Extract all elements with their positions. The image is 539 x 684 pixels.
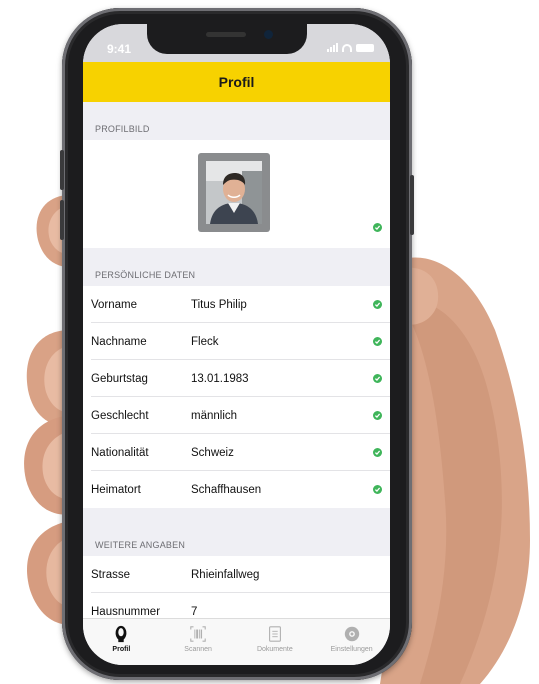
verified-check-icon <box>373 223 382 232</box>
row-label: Nachname <box>91 335 147 348</box>
row-label: Hausnummer <box>91 605 161 618</box>
list-item-nachname[interactable]: Nachname Fleck <box>83 323 390 360</box>
row-label: Geschlecht <box>91 409 149 422</box>
nav-bar: Profil <box>83 62 390 102</box>
row-label: Strasse <box>91 568 130 581</box>
gear-icon <box>344 626 359 642</box>
profile-photo[interactable] <box>198 153 270 232</box>
row-label: Nationalität <box>91 446 149 459</box>
profile-picture-cell <box>83 140 390 248</box>
list-item-geburtstag[interactable]: Geburtstag 13.01.1983 <box>83 360 390 397</box>
tab-label: Dokumente <box>256 646 293 653</box>
speaker-grille <box>206 32 246 37</box>
signal-icon <box>327 43 338 52</box>
row-value: Rhieinfallweg <box>191 568 260 581</box>
row-value: 7 <box>191 605 198 618</box>
page-title: Profil <box>218 74 255 90</box>
profile-content[interactable]: PROFILBILD PERSÖNLICHE DATEN Vorname Tit… <box>83 102 390 619</box>
tab-dokumente[interactable]: Dokumente <box>237 619 314 665</box>
row-label: Geburtstag <box>91 372 148 385</box>
barcode-icon <box>190 626 206 642</box>
verified-check-icon <box>373 411 382 420</box>
tab-label: Einstellungen <box>330 646 373 653</box>
row-value: Schweiz <box>191 446 234 459</box>
row-value: männlich <box>191 409 238 422</box>
section-header-further-info: WEITERE ANGABEN <box>95 540 186 550</box>
section-header-personal-data: PERSÖNLICHE DATEN <box>95 270 196 280</box>
tab-scannen[interactable]: Scannen <box>160 619 237 665</box>
verified-check-icon <box>373 337 382 346</box>
wifi-icon <box>342 44 352 52</box>
status-time: 9:41 <box>107 42 132 56</box>
tab-label: Scannen <box>184 646 212 653</box>
list-item-nationalitaet[interactable]: Nationalität Schweiz <box>83 434 390 471</box>
row-value: Schaffhausen <box>191 483 262 496</box>
section-header-profile-picture: PROFILBILD <box>95 124 150 134</box>
tab-label: Profil <box>112 646 131 653</box>
row-value: Titus Philip <box>191 298 247 311</box>
list-item-heimatort[interactable]: Heimatort Schaffhausen <box>83 471 390 508</box>
list-item-geschlecht[interactable]: Geschlecht männlich <box>83 397 390 434</box>
status-icons <box>327 43 374 52</box>
verified-check-icon <box>373 374 382 383</box>
phone-screen: 9:41 Profil PROFILBILD PERSÖNLICHE DATEN… <box>83 24 390 665</box>
document-icon <box>268 626 281 642</box>
row-label: Heimatort <box>91 483 141 496</box>
phone-notch <box>147 24 307 54</box>
verified-check-icon <box>373 448 382 457</box>
list-item-hausnummer[interactable]: Hausnummer 7 <box>83 593 390 619</box>
volume-button <box>60 200 64 240</box>
camera-icon <box>264 30 273 39</box>
row-value: Fleck <box>191 335 219 348</box>
verified-check-icon <box>373 485 382 494</box>
avatar <box>206 161 262 224</box>
person-icon <box>115 625 127 643</box>
battery-icon <box>356 44 374 52</box>
list-item-strasse[interactable]: Strasse Rhieinfallweg <box>83 556 390 593</box>
tab-profil[interactable]: Profil <box>83 619 160 665</box>
verified-check-icon <box>373 300 382 309</box>
tab-einstellungen[interactable]: Einstellungen <box>313 619 390 665</box>
list-item-vorname[interactable]: Vorname Titus Philip <box>83 286 390 323</box>
tab-bar: Profil Scannen Dokumente Einstellungen <box>83 618 390 665</box>
row-value: 13.01.1983 <box>191 372 249 385</box>
volume-button <box>60 150 64 190</box>
power-button <box>410 175 414 235</box>
row-label: Vorname <box>91 298 138 311</box>
